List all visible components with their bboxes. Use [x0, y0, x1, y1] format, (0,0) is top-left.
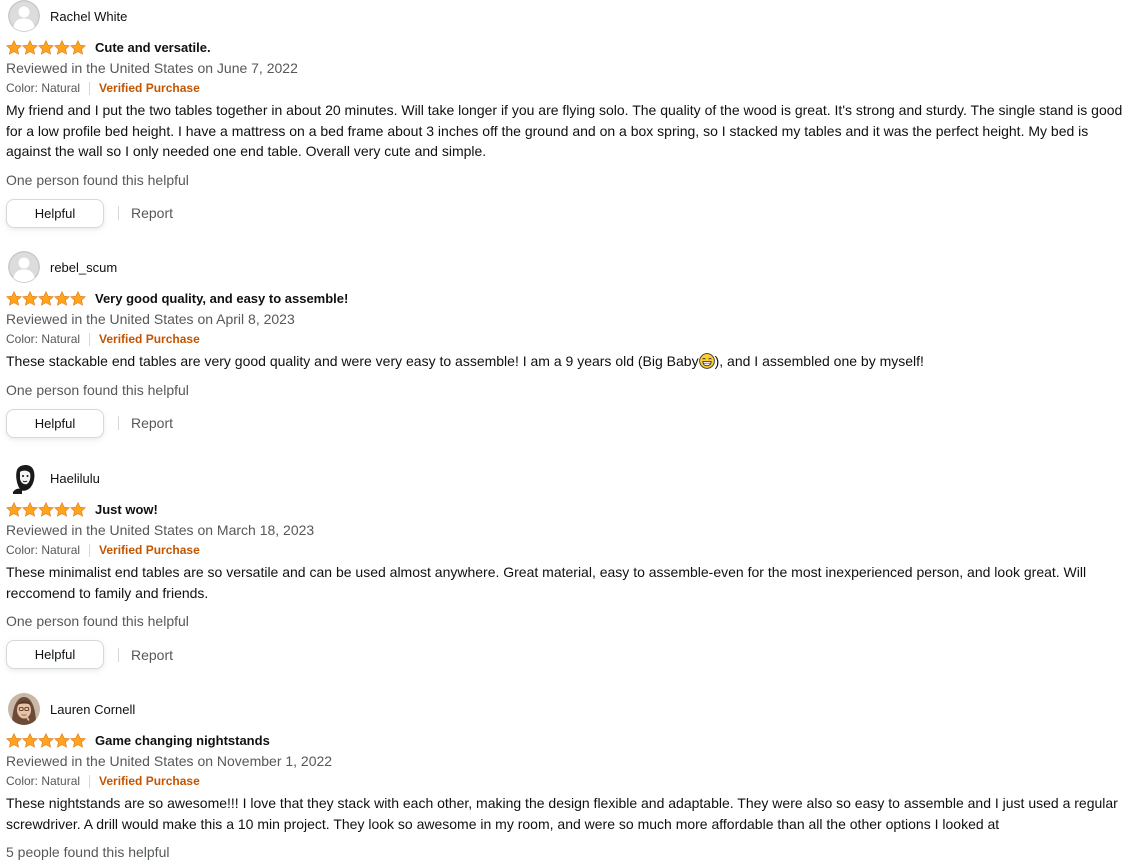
format-row: Color: Natural Verified Purchase	[6, 329, 1134, 349]
divider	[89, 332, 91, 346]
report-link[interactable]: Report	[131, 415, 173, 431]
helpful-button[interactable]: Helpful	[6, 198, 104, 228]
helpful-count: One person found this helpful	[6, 381, 189, 398]
review-date: Reviewed in the United States on June 7,…	[6, 60, 298, 76]
five-star-rating-icon[interactable]	[6, 290, 86, 306]
review-body: These minimalist end tables are so versa…	[6, 564, 1087, 601]
verified-purchase-badge: Verified Purchase	[99, 543, 200, 557]
format-row: Color: Natural Verified Purchase	[6, 78, 1134, 98]
format-row: Color: Natural Verified Purchase	[6, 771, 1134, 791]
five-star-rating-icon[interactable]	[6, 732, 86, 748]
divider	[89, 774, 91, 788]
review-2: rebel_scum Very good quality, and easy t…	[6, 251, 1134, 438]
helpful-count: 5 people found this helpful	[6, 844, 170, 860]
verified-purchase-badge: Verified Purchase	[99, 81, 200, 95]
review-title[interactable]: Very good quality, and easy to assemble!	[95, 291, 348, 306]
report-link[interactable]: Report	[131, 647, 173, 663]
review-title[interactable]: Cute and versatile.	[95, 40, 211, 55]
divider	[89, 81, 91, 95]
divider	[118, 647, 119, 662]
review-4: Lauren Cornell Game changing nightstands…	[6, 693, 1134, 862]
review-actions: Helpful Report	[6, 198, 1134, 228]
report-link[interactable]: Report	[131, 205, 173, 221]
helpful-count: One person found this helpful	[6, 613, 189, 629]
helpful-button[interactable]: Helpful	[6, 640, 104, 669]
review-body: My friend and I put the two tables toget…	[6, 102, 1123, 159]
photo-avatar-icon	[8, 693, 40, 725]
verified-purchase-badge: Verified Purchase	[99, 774, 200, 788]
profile[interactable]: rebel_scum	[6, 251, 1134, 283]
format-row: Color: Natural Verified Purchase	[6, 540, 1134, 560]
sketch-portrait-avatar-icon	[8, 462, 40, 494]
color-format: Color: Natural	[6, 332, 81, 346]
review-title[interactable]: Just wow!	[95, 502, 158, 517]
profile[interactable]: Rachel White	[6, 0, 1134, 32]
profile-name[interactable]: rebel_scum	[50, 260, 117, 275]
review-1: Rachel White Cute and versatile. Reviewe…	[6, 0, 1134, 228]
five-star-rating-icon[interactable]	[6, 501, 86, 517]
verified-purchase-badge: Verified Purchase	[99, 332, 200, 346]
review-actions: Helpful Report	[6, 640, 1134, 669]
review-date: Reviewed in the United States on Novembe…	[6, 753, 333, 769]
laughing-emoji-icon	[698, 353, 715, 369]
default-avatar-icon	[8, 0, 40, 32]
profile[interactable]: Haelilulu	[6, 462, 1134, 494]
review-3: Haelilulu Just wow! Reviewed in the Unit…	[6, 462, 1134, 669]
profile[interactable]: Lauren Cornell	[6, 693, 1134, 725]
color-format: Color: Natural	[6, 81, 81, 95]
five-star-rating-icon[interactable]	[6, 39, 86, 55]
review-actions: Helpful Report	[6, 408, 1134, 438]
divider	[118, 416, 119, 430]
review-date: Reviewed in the United States on April 8…	[6, 311, 295, 327]
review-body: These nightstands are so awesome!!! I lo…	[6, 795, 1118, 832]
helpful-button[interactable]: Helpful	[6, 408, 104, 438]
review-title[interactable]: Game changing nightstands	[95, 733, 270, 748]
divider	[89, 543, 91, 557]
review-body: These stackable end tables are very good…	[6, 351, 1134, 372]
profile-name[interactable]: Rachel White	[50, 9, 127, 24]
review-body-text: These stackable end tables are very good…	[6, 353, 699, 369]
profile-name[interactable]: Lauren Cornell	[50, 702, 135, 717]
review-date: Reviewed in the United States on March 1…	[6, 522, 315, 538]
helpful-count: One person found this helpful	[6, 171, 189, 188]
divider	[118, 206, 119, 220]
profile-name[interactable]: Haelilulu	[50, 471, 100, 486]
default-avatar-icon	[8, 251, 40, 283]
color-format: Color: Natural	[6, 543, 81, 557]
color-format: Color: Natural	[6, 774, 81, 788]
review-body-text: ), and I assembled one by myself!	[714, 353, 924, 369]
